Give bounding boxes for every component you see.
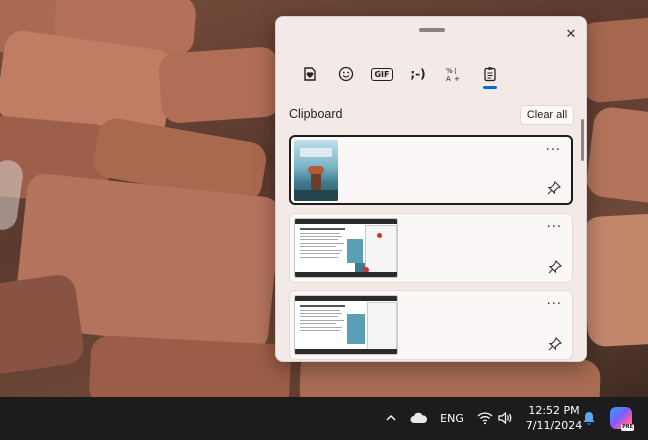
drag-handle[interactable] — [419, 28, 445, 32]
close-icon: ✕ — [565, 26, 577, 42]
section-title: Clipboard — [289, 107, 343, 121]
panel-tabs: GIF ;-) % ⟨ A + — [292, 57, 508, 91]
pin-icon[interactable] — [548, 337, 562, 351]
pin-icon[interactable] — [548, 260, 562, 274]
screenshot-thumbnail — [294, 218, 398, 278]
active-tab-indicator — [483, 86, 497, 89]
tab-emoji[interactable] — [328, 57, 364, 91]
tab-favorites[interactable] — [292, 57, 328, 91]
bell-icon — [583, 411, 595, 425]
heart-sticker-icon — [304, 67, 316, 81]
copilot-button[interactable]: PRE — [608, 405, 634, 431]
clear-all-button[interactable]: Clear all — [520, 105, 574, 125]
chevron-up-icon — [386, 415, 396, 421]
taskbar: ENG 12:52 PM 7/11/2024 PRE — [0, 397, 648, 440]
clipboard-item[interactable]: ··· — [289, 213, 573, 283]
svg-text:A: A — [446, 75, 451, 82]
pin-icon[interactable] — [547, 181, 561, 195]
preview-badge: PRE — [621, 424, 634, 431]
copilot-icon: PRE — [610, 407, 634, 431]
volume-icon — [498, 411, 512, 425]
tab-symbols[interactable]: % ⟨ A + — [436, 57, 472, 91]
tab-kaomoji[interactable]: ;-) — [400, 57, 436, 91]
language-label: ENG — [440, 411, 464, 425]
kaomoji-icon: ;-) — [410, 67, 426, 81]
smiley-icon — [338, 66, 354, 82]
tab-gif[interactable]: GIF — [364, 57, 400, 91]
svg-text:⟨: ⟨ — [454, 67, 457, 75]
clock-date: 7/11/2024 — [525, 419, 583, 432]
clipboard-icon — [484, 67, 496, 82]
clock-button[interactable]: 12:52 PM 7/11/2024 — [524, 403, 584, 433]
more-options-button[interactable]: ··· — [547, 297, 562, 312]
game-cover-thumbnail — [294, 140, 338, 201]
show-hidden-icons-button[interactable] — [382, 409, 400, 427]
emoji-clipboard-panel: ✕ GIF ;-) % ⟨ A + Clipboard Clear all ··… — [275, 16, 587, 362]
tab-clipboard[interactable] — [472, 57, 508, 91]
clipboard-item[interactable]: ··· — [289, 135, 573, 205]
screenshot-thumbnail — [294, 295, 398, 355]
network-volume-button[interactable] — [474, 408, 516, 428]
scrollbar[interactable] — [581, 119, 584, 161]
clipboard-item[interactable]: ··· — [289, 290, 573, 360]
wifi-icon — [477, 412, 493, 425]
onedrive-button[interactable] — [408, 409, 430, 427]
gif-icon: GIF — [371, 67, 393, 81]
notifications-button[interactable] — [580, 409, 598, 427]
more-options-button[interactable]: ··· — [546, 143, 561, 158]
svg-text:+: + — [454, 75, 460, 82]
input-language-button[interactable]: ENG — [436, 409, 468, 427]
symbols-icon: % ⟨ A + — [446, 67, 460, 82]
clock-time: 12:52 PM — [528, 404, 580, 417]
close-button[interactable]: ✕ — [560, 23, 582, 45]
svg-text:%: % — [446, 67, 453, 75]
more-options-button[interactable]: ··· — [547, 220, 562, 235]
cloud-icon — [410, 412, 428, 423]
